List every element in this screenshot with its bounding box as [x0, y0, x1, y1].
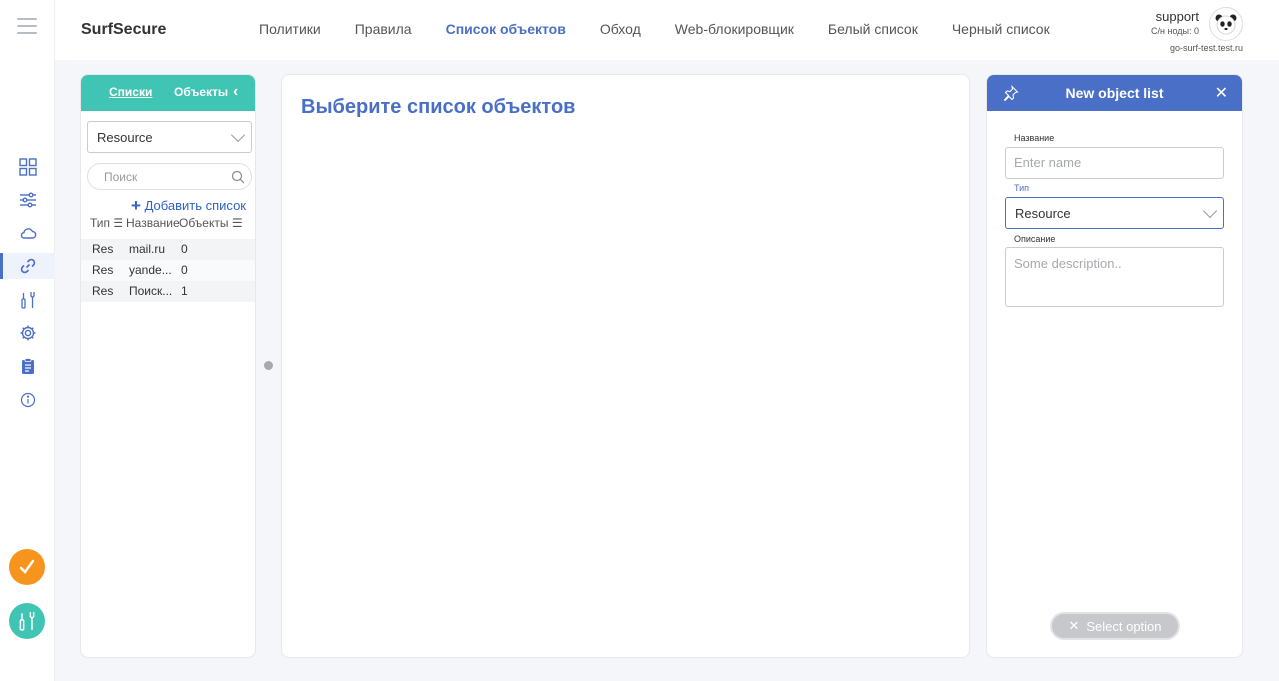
name-label: Название	[1014, 133, 1055, 143]
search-placeholder: Поиск	[104, 169, 138, 184]
panda-icon	[1215, 14, 1237, 35]
clear-icon: ✕	[1068, 618, 1080, 633]
description-label: Описание	[1014, 234, 1056, 244]
info-icon[interactable]	[0, 387, 55, 413]
type-value: Resource	[1015, 205, 1071, 221]
check-status-button[interactable]	[9, 549, 45, 585]
gear-icon[interactable]	[0, 320, 55, 346]
row-type: Res	[92, 284, 114, 298]
column-objects[interactable]: Объекты ☰	[179, 216, 255, 230]
tools-round-button[interactable]	[9, 603, 45, 639]
table-header: Тип ☰ Название Объекты ☰	[81, 216, 255, 234]
nav-whitelist[interactable]: Белый список	[828, 21, 918, 37]
tools-icon	[19, 612, 35, 631]
add-list-label: Добавить список	[144, 198, 246, 213]
column-type[interactable]: Тип ☰	[90, 216, 122, 230]
panel-title: New object list	[1065, 85, 1164, 101]
table-row[interactable]: Res yande... 0	[81, 260, 255, 281]
nav-rules[interactable]: Правила	[355, 21, 412, 37]
new-object-list-panel: New object list ✕ Название Enter name Ти…	[986, 74, 1243, 658]
user-nodes: С/н ноды: 0	[1151, 26, 1199, 36]
type-select[interactable]: Resource	[1005, 197, 1224, 229]
type-filter-value: Resource	[97, 129, 153, 145]
row-count: 1	[181, 284, 188, 298]
lists-panel: Списки Объекты ‹ Resource Поиск + Добави…	[80, 74, 256, 658]
row-name: mail.ru	[129, 242, 166, 256]
nav-bypass[interactable]: Обход	[600, 21, 641, 37]
tools-icon[interactable]	[0, 287, 55, 313]
row-name: yande...	[129, 263, 172, 277]
row-count: 0	[181, 263, 188, 277]
table-row[interactable]: Res Поиск... 1	[81, 281, 255, 302]
resize-handle[interactable]	[264, 361, 273, 370]
name-input[interactable]: Enter name	[1005, 147, 1224, 179]
avatar[interactable]	[1209, 7, 1243, 41]
nav-policies[interactable]: Политики	[259, 21, 321, 37]
row-type: Res	[92, 263, 114, 277]
dashboard-icon[interactable]	[0, 154, 55, 180]
link-icon[interactable]	[0, 253, 55, 279]
tab-objects[interactable]: Объекты	[174, 85, 228, 99]
select-option-button[interactable]: ✕ Select option	[1050, 612, 1180, 640]
select-option-label: Select option	[1086, 618, 1162, 634]
sliders-icon[interactable]	[0, 187, 55, 213]
main-panel: Выберите список объектов	[281, 74, 970, 658]
description-textarea[interactable]: Some description..	[1005, 247, 1224, 307]
nav-blacklist[interactable]: Черный список	[952, 21, 1050, 37]
row-name: Поиск...	[129, 284, 173, 298]
checkmark-icon	[19, 559, 35, 574]
row-count: 0	[181, 242, 188, 256]
lists-panel-header: Списки Объекты ‹	[81, 75, 255, 111]
collapse-chevron-icon[interactable]: ‹	[233, 83, 238, 101]
name-placeholder: Enter name	[1014, 155, 1082, 170]
page-title: Выберите список объектов	[301, 96, 576, 118]
add-list-button[interactable]: + Добавить список	[131, 196, 246, 216]
user-info[interactable]: support С/н ноды: 0	[1151, 9, 1199, 36]
search-icon	[231, 170, 245, 184]
chevron-down-icon	[1202, 203, 1218, 219]
left-rail	[0, 0, 55, 681]
close-icon[interactable]: ✕	[1215, 83, 1228, 103]
new-object-list-header: New object list ✕	[987, 75, 1242, 111]
row-type: Res	[92, 242, 114, 256]
user-name: support	[1155, 9, 1199, 24]
brand-logo: SurfSecure	[81, 21, 167, 38]
description-placeholder: Some description..	[1014, 256, 1122, 271]
clipboard-icon[interactable]	[0, 353, 55, 379]
nav-object-lists[interactable]: Список объектов	[446, 21, 566, 37]
type-filter-select[interactable]: Resource	[87, 121, 252, 153]
cloud-icon[interactable]	[0, 220, 55, 246]
top-header: SurfSecure Политики Правила Список объек…	[55, 0, 1279, 60]
user-host: go-surf-test.test.ru	[1169, 43, 1243, 53]
plus-icon: +	[131, 196, 141, 215]
main-nav: Политики Правила Список объектов Обход W…	[259, 21, 1084, 37]
nav-web-blocker[interactable]: Web-блокировщик	[675, 21, 794, 37]
type-label: Тип	[1014, 183, 1030, 193]
table-row[interactable]: Res mail.ru 0	[81, 239, 255, 260]
search-input[interactable]: Поиск	[87, 163, 252, 190]
menu-icon[interactable]	[17, 18, 37, 34]
tab-lists[interactable]: Списки	[109, 85, 152, 99]
chevron-down-icon	[230, 127, 246, 143]
column-name[interactable]: Название	[126, 216, 179, 230]
